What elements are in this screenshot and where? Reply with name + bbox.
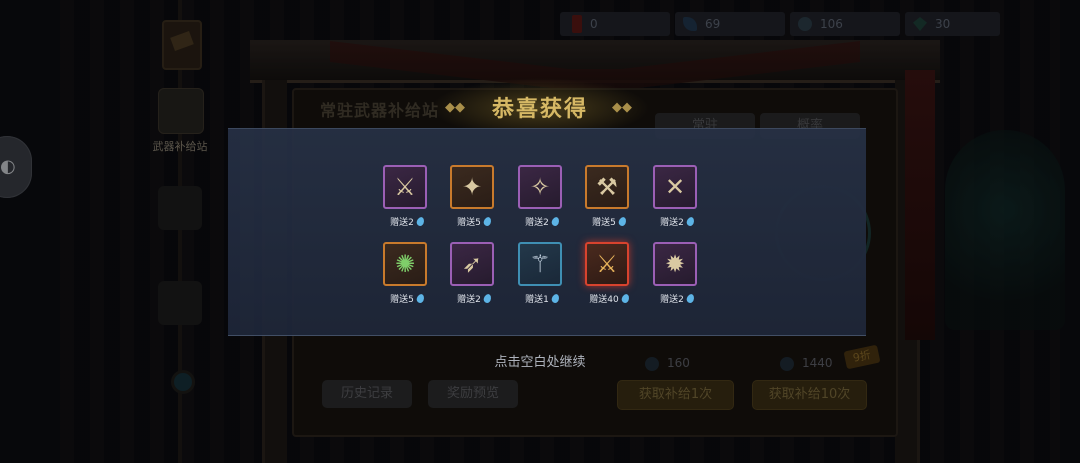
rarity-frame-orange: ✦	[450, 165, 494, 209]
water-drop-icon	[482, 293, 493, 304]
reward-item[interactable]: ⚒ 赠送5	[585, 165, 633, 228]
reward-amount: 赠送2	[390, 218, 414, 228]
water-drop-icon	[550, 293, 561, 304]
water-drop-icon	[620, 293, 631, 304]
water-drop-icon	[550, 216, 561, 227]
rarity-frame-orange: ✺	[383, 242, 427, 286]
war-hammer-icon: ⚒	[596, 173, 618, 201]
water-drop-icon	[685, 216, 696, 227]
orb-scepter-icon: ✹	[664, 250, 686, 278]
water-drop-icon	[685, 293, 696, 304]
reward-amount: 赠送5	[457, 218, 481, 228]
reward-caption: 赠送2	[510, 215, 574, 229]
rarity-frame-purple: ✕	[653, 165, 697, 209]
crossed-swords-icon: ⚔	[394, 173, 416, 201]
reward-caption: 赠送5	[442, 215, 506, 229]
water-drop-icon	[415, 293, 426, 304]
reward-amount: 赠送5	[592, 218, 616, 228]
rarity-frame-orange: ⚒	[585, 165, 629, 209]
battle-axe-icon: ⚚	[529, 250, 551, 278]
green-orb-staff-icon: ✺	[394, 250, 416, 278]
reward-caption: 赠送2	[442, 292, 506, 306]
rarity-frame-purple: ➶	[450, 242, 494, 286]
title-decoration-right-icon: ◆◆	[612, 100, 632, 115]
rarity-frame-purple: ✧	[518, 165, 562, 209]
fish-blade-icon: ➶	[461, 250, 483, 278]
reward-caption: 赠送5	[577, 215, 641, 229]
congrats-title: 恭喜获得	[491, 97, 588, 122]
water-drop-icon	[617, 216, 628, 227]
rarity-frame-red: ⚔	[585, 242, 629, 286]
reward-amount: 赠送2	[660, 295, 684, 305]
tap-to-continue-hint: 点击空白处继续	[494, 355, 586, 370]
reward-amount: 赠送2	[525, 218, 549, 228]
reward-item[interactable]: ✹ 赠送2	[653, 242, 701, 305]
reward-item[interactable]: ✧ 赠送2	[518, 165, 566, 228]
reward-caption: 赠送5	[375, 292, 439, 306]
flame-swords-icon: ⚔	[596, 250, 618, 278]
reward-amount: 赠送40	[589, 295, 619, 305]
reward-item[interactable]: ⚔ 赠送2	[383, 165, 431, 228]
reward-amount: 赠送2	[457, 295, 481, 305]
winged-mace-icon: ✧	[529, 173, 551, 201]
reward-item[interactable]: ✺ 赠送5	[383, 242, 431, 305]
reward-item[interactable]: ⚚ 赠送1	[518, 242, 566, 305]
reward-item[interactable]: ✦ 赠送5	[450, 165, 498, 228]
reward-amount: 赠送1	[525, 295, 549, 305]
reward-amount: 赠送2	[660, 218, 684, 228]
reward-item[interactable]: ⚔ 赠送40	[585, 242, 633, 305]
winged-creature-icon: ✦	[461, 173, 483, 201]
water-drop-icon	[415, 216, 426, 227]
rarity-frame-blue: ⚚	[518, 242, 562, 286]
reward-caption: 赠送2	[645, 215, 709, 229]
reward-caption: 赠送40	[577, 292, 641, 306]
rarity-frame-purple: ✹	[653, 242, 697, 286]
reward-caption: 赠送1	[510, 292, 574, 306]
reward-item[interactable]: ✕ 赠送2	[653, 165, 701, 228]
twin-blades-icon: ✕	[664, 173, 686, 201]
reward-caption: 赠送2	[375, 215, 439, 229]
reward-caption: 赠送2	[645, 292, 709, 306]
reward-item[interactable]: ➶ 赠送2	[450, 242, 498, 305]
water-drop-icon	[482, 216, 493, 227]
reward-amount: 赠送5	[390, 295, 414, 305]
rarity-frame-purple: ⚔	[383, 165, 427, 209]
